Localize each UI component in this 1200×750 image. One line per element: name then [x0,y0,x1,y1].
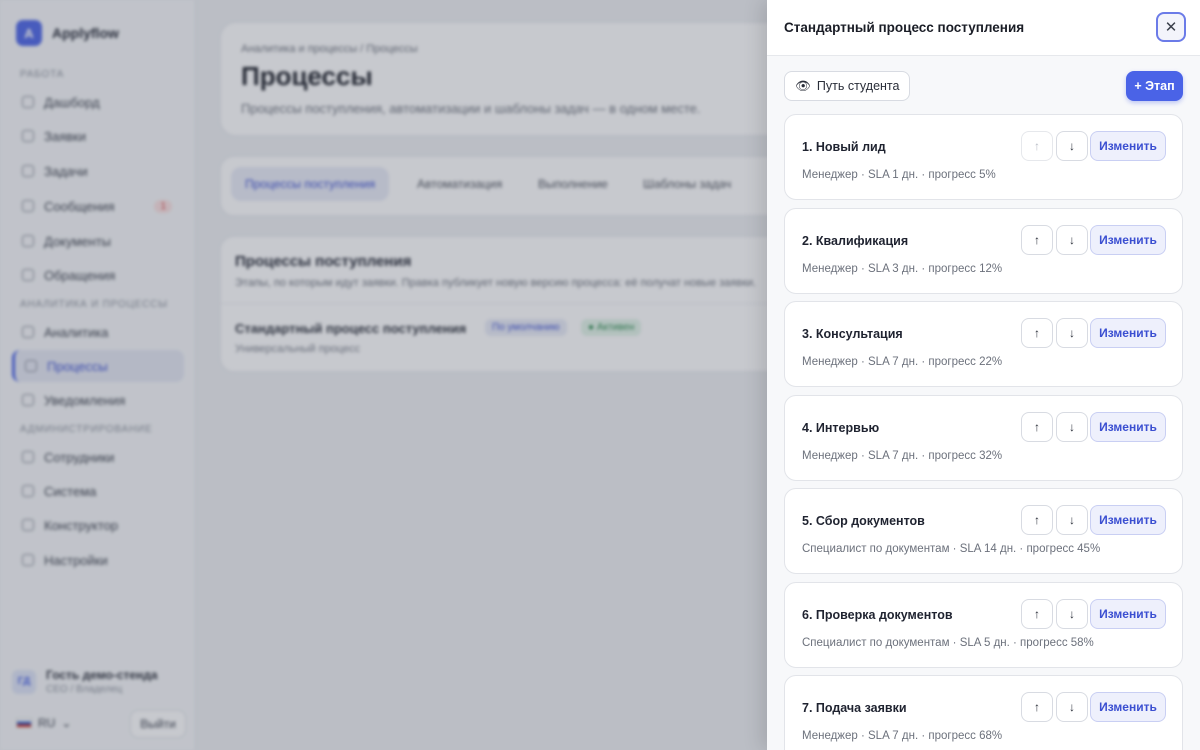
arrow-up-icon: ↑ [1034,139,1040,153]
drawer-header: Стандартный процесс поступления ✕ [767,0,1200,56]
edit-stage-button[interactable]: Изменить [1090,318,1166,348]
stage-meta: Менеджер · SLA 3 дн. · прогресс 12% [802,262,1003,275]
stage-title: 6. Проверка документов [802,607,953,622]
close-icon: ✕ [1164,19,1178,36]
stage-card: 1. Новый лид Менеджер · SLA 1 дн. · прог… [784,114,1183,200]
move-down-button[interactable]: ↓ [1056,411,1088,442]
move-up-button[interactable]: ↑ [1021,505,1053,535]
add-stage-button[interactable]: + Этап [1126,71,1183,101]
process-drawer: Стандартный процесс поступления ✕ 👁 Путь… [767,0,1200,750]
stage-meta: Специалист по документам · SLA 5 дн. · п… [802,636,1094,649]
arrow-up-icon: ↑ [1034,232,1040,247]
stage-title: 3. Консультация [802,327,903,341]
move-down-button[interactable]: ↓ [1056,598,1088,629]
arrow-down-icon: ↓ [1069,326,1075,340]
move-down-button[interactable]: ↓ [1056,692,1088,722]
stage-meta: Специалист по документам · SLA 14 дн. · … [802,543,1101,555]
arrow-up-icon: ↑ [1034,700,1040,714]
stage-meta: Менеджер · SLA 7 дн. · прогресс 22% [802,356,1003,368]
move-up-button: ↑ [1021,131,1053,161]
stage-meta: Менеджер · SLA 1 дн. · прогресс 5% [802,169,996,181]
edit-stage-button[interactable]: Изменить [1090,411,1166,442]
arrow-down-icon: ↓ [1069,419,1075,434]
move-up-button[interactable]: ↑ [1021,598,1053,629]
stage-card: 3. Консультация Менеджер · SLA 7 дн. · п… [784,301,1183,387]
arrow-up-icon: ↑ [1034,419,1040,434]
student-path-button[interactable]: 👁 Путь студента [784,71,911,101]
arrow-down-icon: ↓ [1069,232,1075,247]
arrow-down-icon: ↓ [1069,139,1075,153]
stage-title: 4. Интервью [802,420,880,435]
stage-title: 5. Сбор документов [802,514,925,528]
move-down-button[interactable]: ↓ [1056,505,1088,535]
stage-card: 7. Подача заявки Менеджер · SLA 7 дн. · … [784,675,1183,750]
stage-card: 4. Интервью Менеджер · SLA 7 дн. · прогр… [784,394,1183,481]
edit-stage-button[interactable]: Изменить [1090,131,1166,161]
arrow-up-icon: ↑ [1034,326,1040,340]
stage-card: 6. Проверка документов Специалист по док… [784,581,1183,668]
edit-stage-button[interactable]: Изменить [1090,224,1166,255]
move-up-button[interactable]: ↑ [1021,224,1053,255]
stage-meta: Менеджер · SLA 7 дн. · прогресс 32% [802,449,1003,462]
move-down-button[interactable]: ↓ [1056,224,1088,255]
drawer-title: Стандартный процесс поступления [784,20,1025,35]
edit-stage-button[interactable]: Изменить [1090,598,1166,629]
stage-title: 7. Подача заявки [802,701,907,715]
student-path-label: Путь студента [816,79,900,93]
arrow-up-icon: ↑ [1034,513,1040,527]
arrow-down-icon: ↓ [1069,513,1075,527]
arrow-up-icon: ↑ [1034,606,1040,621]
move-up-button[interactable]: ↑ [1021,411,1053,442]
eye-icon: 👁 [795,78,811,93]
edit-stage-button[interactable]: Изменить [1090,505,1166,535]
stage-card: 5. Сбор документов Специалист по докумен… [784,488,1183,574]
move-down-button[interactable]: ↓ [1056,318,1088,348]
move-up-button[interactable]: ↑ [1021,692,1053,722]
move-up-button[interactable]: ↑ [1021,318,1053,348]
stage-card: 2. Квалификация Менеджер · SLA 3 дн. · п… [784,207,1183,294]
stage-title: 2. Квалификация [802,233,909,248]
stage-title: 1. Новый лид [802,140,886,154]
arrow-down-icon: ↓ [1069,700,1075,714]
stage-list: 1. Новый лид Менеджер · SLA 1 дн. · прог… [784,114,1183,750]
close-button[interactable]: ✕ [1156,12,1186,42]
stage-meta: Менеджер · SLA 7 дн. · прогресс 68% [802,730,1003,742]
arrow-down-icon: ↓ [1069,606,1075,621]
edit-stage-button[interactable]: Изменить [1090,692,1166,722]
move-down-button[interactable]: ↓ [1056,131,1088,161]
